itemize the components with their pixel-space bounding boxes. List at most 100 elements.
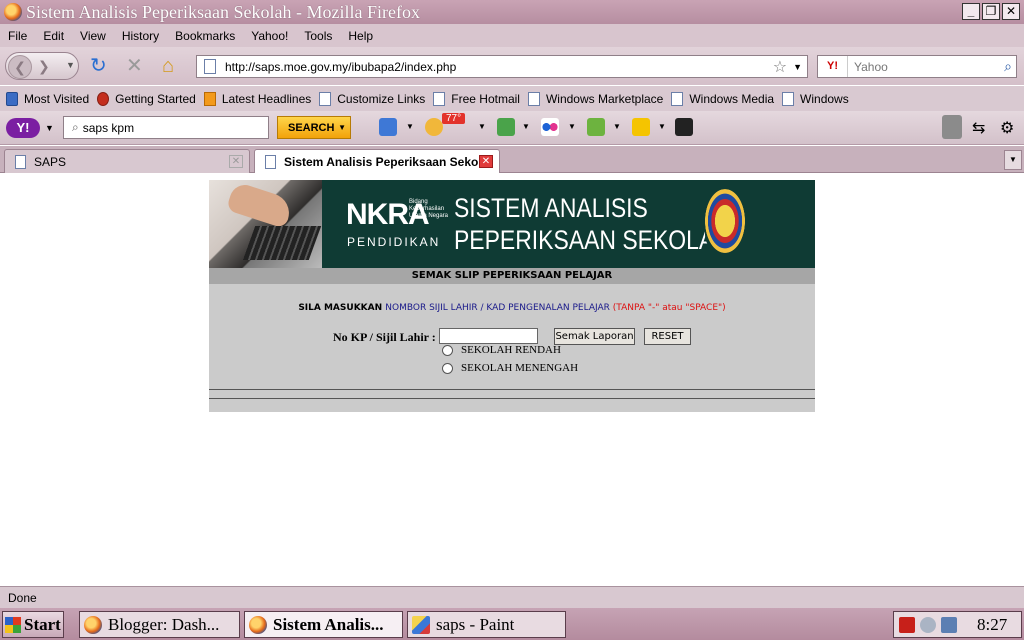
most-visited-icon [6, 91, 18, 106]
bookmarks-toolbar: Most Visited Getting Started Latest Head… [0, 86, 1024, 111]
back-arrow-icon[interactable]: ❮ [8, 55, 32, 79]
yahoo-menu-dropdown-icon[interactable]: ▼ [45, 123, 54, 133]
search-engine-icon[interactable]: Y! [818, 56, 848, 77]
yahoo-search-button[interactable]: SEARCH ▼ [277, 116, 351, 139]
windows-taskbar: Start Blogger: Dash... Sistem Analis... … [0, 608, 1024, 640]
start-button[interactable]: Start [2, 611, 64, 638]
page-icon [204, 59, 216, 74]
messenger-icon[interactable] [920, 616, 936, 633]
search-input[interactable]: Yahoo [854, 60, 1004, 74]
url-dropdown-icon[interactable]: ▼ [793, 62, 802, 72]
menu-history[interactable]: History [122, 29, 159, 43]
minimize-button[interactable]: _ [962, 3, 980, 20]
task-sistem-analisis[interactable]: Sistem Analis... [244, 611, 403, 638]
mail-dropdown-icon[interactable]: ▼ [406, 122, 414, 131]
forward-arrow-icon[interactable]: ❯ [38, 58, 50, 75]
flickr-dropdown-icon[interactable]: ▼ [568, 122, 576, 131]
yahoo-search-input[interactable]: ⌕ saps kpm [63, 116, 269, 139]
weather-dropdown-icon[interactable]: ▼ [478, 122, 486, 131]
task-blogger[interactable]: Blogger: Dash... [79, 611, 240, 638]
amazon-icon[interactable] [675, 118, 693, 136]
ebay-dropdown-icon[interactable]: ▼ [658, 122, 666, 131]
bookmark-free-hotmail[interactable]: Free Hotmail [433, 91, 520, 106]
weather-temperature: 77° [442, 113, 466, 124]
ministry-crest-icon [705, 189, 745, 253]
radio-circle[interactable] [442, 344, 453, 356]
getting-started-icon [97, 91, 110, 106]
bookmark-windows[interactable]: Windows [782, 91, 849, 106]
semak-laporan-button[interactable]: Semak Laporan [554, 328, 635, 345]
stop-icon[interactable]: ✕ [126, 56, 143, 76]
yahoo-search-value[interactable]: saps kpm [83, 121, 134, 135]
close-button[interactable]: ✕ [1002, 3, 1020, 20]
menu-tools[interactable]: Tools [304, 29, 332, 43]
tab-strip: SAPS ✕ Sistem Analisis Peperiksaan Seko.… [0, 146, 1024, 173]
divider [209, 389, 815, 390]
radio-sekolah-rendah[interactable]: SEKOLAH RENDAH [442, 344, 561, 356]
history-dropdown-icon[interactable]: ▼ [66, 60, 75, 70]
acrobat-icon[interactable] [899, 616, 915, 633]
reload-icon[interactable]: ↻ [90, 56, 107, 76]
url-text[interactable]: http://saps.moe.gov.my/ibubapa2/index.ph… [225, 60, 773, 74]
page-icon [782, 91, 795, 106]
page-icon [433, 91, 446, 106]
section-heading: SEMAK SLIP PEPERIKSAAN PELAJAR [209, 268, 815, 284]
home-icon[interactable]: ⌂ [162, 56, 174, 76]
window-controls: _ ❐ ✕ [962, 3, 1020, 20]
url-bar[interactable]: http://saps.moe.gov.my/ibubapa2/index.ph… [196, 55, 808, 78]
restore-button[interactable]: ❐ [982, 3, 1000, 20]
bookmark-getting-started[interactable]: Getting Started [97, 91, 196, 106]
status-text: Done [8, 591, 37, 605]
menu-view[interactable]: View [80, 29, 106, 43]
menu-yahoo[interactable]: Yahoo! [251, 29, 288, 43]
toolbar-sync-icon[interactable]: ⇆ [972, 118, 990, 137]
divider [209, 398, 815, 399]
search-box[interactable]: Y! Yahoo ⌕ [817, 55, 1017, 78]
bookmark-windows-media[interactable]: Windows Media [671, 91, 774, 106]
menu-help[interactable]: Help [348, 29, 373, 43]
task-paint[interactable]: saps - Paint [407, 611, 566, 638]
search-icon[interactable]: ⌕ [1004, 58, 1012, 75]
keyboard-photo [209, 180, 322, 268]
banner-title: SISTEM ANALISIS PEPERIKSAAN SEKOLAH [454, 193, 731, 255]
network-icon[interactable] [941, 616, 957, 633]
bookmark-star-icon[interactable]: ☆ [773, 57, 787, 77]
finance-icon[interactable] [587, 118, 605, 136]
yahoo-logo-icon[interactable]: Y! [6, 118, 40, 138]
web-content: NKRA Bidang Keberhasilan Utama Negara PE… [0, 174, 1024, 586]
menu-file[interactable]: File [8, 29, 27, 43]
close-tab-icon[interactable]: ✕ [229, 155, 243, 168]
page-icon [527, 91, 540, 106]
bookmark-windows-marketplace[interactable]: Windows Marketplace [527, 91, 663, 106]
ebay-icon[interactable] [632, 118, 650, 136]
clock: 8:27 [977, 614, 1008, 634]
bookmark-latest-headlines[interactable]: Latest Headlines [203, 91, 311, 106]
flickr-icon[interactable] [541, 118, 559, 136]
close-tab-icon[interactable]: ✕ [479, 155, 493, 168]
radio-sekolah-menengah[interactable]: SEKOLAH MENENGAH [442, 362, 578, 374]
bookmark-most-visited[interactable]: Most Visited [6, 91, 89, 106]
finance-dropdown-icon[interactable]: ▼ [613, 122, 621, 131]
gear-icon[interactable]: ⚙ [1000, 118, 1018, 137]
page-icon [15, 154, 26, 169]
page-icon [319, 91, 332, 106]
reset-button[interactable]: RESET [644, 328, 691, 345]
chevron-down-icon[interactable]: ▼ [338, 123, 346, 132]
tab-sistem-analisis[interactable]: Sistem Analisis Peperiksaan Seko... ✕ [254, 149, 500, 173]
tab-saps[interactable]: SAPS ✕ [4, 149, 250, 173]
answers-icon[interactable] [497, 118, 515, 136]
search-icon: ⌕ [72, 120, 79, 134]
tab-list-dropdown-icon[interactable]: ▼ [1004, 150, 1022, 170]
rss-feed-icon [203, 91, 216, 106]
mail-icon[interactable] [379, 118, 397, 136]
menu-edit[interactable]: Edit [43, 29, 64, 43]
bookmark-customize-links[interactable]: Customize Links [319, 91, 425, 106]
toolbar-options-icon[interactable] [942, 115, 962, 139]
radio-circle[interactable] [442, 362, 453, 374]
kp-input[interactable] [439, 328, 538, 344]
weather-icon[interactable] [425, 118, 443, 136]
instruction-text: SILA MASUKKAN NOMBOR SIJIL LAHIR / KAD P… [298, 303, 726, 313]
menu-bookmarks[interactable]: Bookmarks [175, 29, 235, 43]
nkra-subtitle: Bidang Keberhasilan Utama Negara [409, 199, 449, 219]
answers-dropdown-icon[interactable]: ▼ [522, 122, 530, 131]
